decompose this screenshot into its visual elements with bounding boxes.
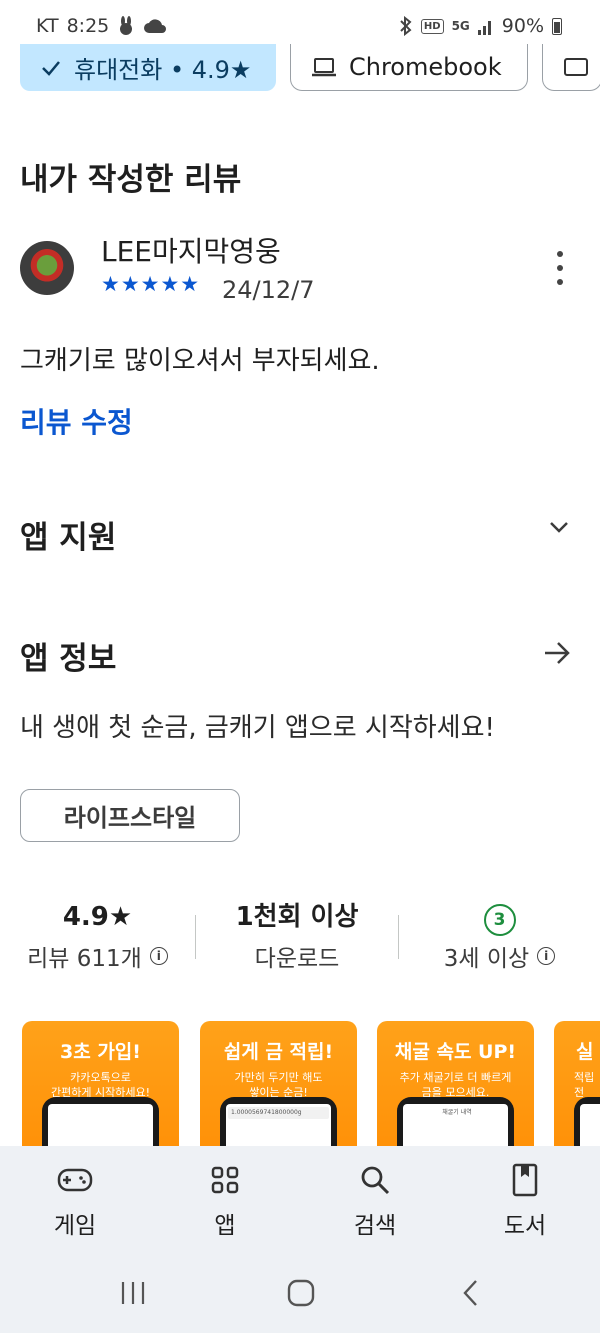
screenshot-card[interactable]: 채굴 속도 UP! 추가 채굴기로 더 빠르게 금을 모으세요. 채굴기 내역 xyxy=(377,1021,534,1151)
app-info-title[interactable]: 앱 정보 xyxy=(20,633,116,678)
apps-grid-icon xyxy=(165,1160,285,1200)
edit-review-link[interactable]: 리뷰 수정 xyxy=(20,401,133,441)
screenshot-carousel[interactable]: 3초 가입! 카카오톡으로 간편하게 시작하세요! 쉽게 금 적립! 가만히 두… xyxy=(22,1021,600,1151)
battery-icon xyxy=(552,17,562,35)
nav-apps[interactable]: 앱 xyxy=(165,1160,285,1240)
recents-icon[interactable] xyxy=(118,1276,148,1310)
screenshot-subtitle: 가만히 두기만 해도 쌓이는 순금! xyxy=(234,1071,323,1099)
chevron-down-icon[interactable] xyxy=(546,514,572,547)
screenshot-subtitle: 적립 전 xyxy=(574,1071,595,1099)
phone-mockup xyxy=(42,1097,159,1151)
rating-label: 리뷰 611개 xyxy=(27,946,142,972)
network-type: 5G xyxy=(451,19,470,33)
rating-value: 4.9★ xyxy=(62,902,133,932)
bluetooth-icon xyxy=(399,16,413,36)
bottom-navigation: 게임 앱 검색 도서 xyxy=(0,1146,600,1256)
app-stats: 4.9★ 리뷰 611개 i 1천회 이상 다운로드 3 3세 이상 i xyxy=(0,895,600,985)
nav-search-label: 검색 xyxy=(353,1213,397,1239)
screenshot-screen-text: 채굴기 내역 xyxy=(405,1107,506,1119)
gamepad-icon xyxy=(15,1160,135,1200)
my-review-title: 내가 작성한 리뷰 xyxy=(20,162,242,198)
system-navigation-bar xyxy=(0,1256,600,1333)
cloud-icon xyxy=(143,17,167,35)
screenshot-card[interactable]: 실 적립 전 xyxy=(554,1021,600,1151)
screenshot-subtitle: 추가 채굴기로 더 빠르게 금을 모으세요. xyxy=(399,1071,512,1099)
avatar xyxy=(20,241,74,295)
tablet-icon xyxy=(563,56,589,78)
back-icon[interactable] xyxy=(458,1276,482,1310)
review-date: 24/12/7 xyxy=(222,276,315,304)
stat-downloads: 1천회 이상 다운로드 xyxy=(196,895,398,973)
more-options-icon[interactable] xyxy=(548,251,572,285)
phone-mockup: 채굴기 내역 xyxy=(397,1097,514,1151)
nav-books-label: 도서 xyxy=(503,1213,547,1239)
arrow-right-icon[interactable] xyxy=(542,638,572,675)
phone-mockup: 1.0000569741800000g xyxy=(220,1097,337,1151)
screenshot-screen-text: 1.0000569741800000g xyxy=(228,1107,329,1119)
stat-age-rating[interactable]: 3 3세 이상 i xyxy=(399,895,600,973)
search-icon xyxy=(315,1160,435,1200)
app-description: 내 생애 첫 순금, 금캐기 앱으로 시작하세요! xyxy=(20,713,495,743)
nav-books[interactable]: 도서 xyxy=(465,1160,585,1240)
hd-icon: HD xyxy=(420,18,444,34)
downloads-label: 다운로드 xyxy=(254,946,340,972)
age-rating-badge: 3 xyxy=(483,904,516,936)
laptop-icon xyxy=(311,56,337,78)
reviewer-name: LEE마지막영웅 xyxy=(101,235,281,268)
chip-tablet[interactable] xyxy=(542,44,600,91)
screenshot-card[interactable]: 3초 가입! 카카오톡으로 간편하게 시작하세요! xyxy=(22,1021,179,1151)
info-icon[interactable]: i xyxy=(537,947,556,965)
stat-rating[interactable]: 4.9★ 리뷰 611개 i xyxy=(0,895,195,973)
screenshot-title: 3초 가입! xyxy=(60,1041,141,1063)
chip-phone-label: 휴대전화 • 4.9★ xyxy=(74,56,252,84)
nav-apps-label: 앱 xyxy=(214,1213,236,1239)
screenshot-card[interactable]: 쉽게 금 적립! 가만히 두기만 해도 쌓이는 순금! 1.0000569741… xyxy=(200,1021,357,1151)
carrier-label: KT xyxy=(36,15,59,37)
downloads-value: 1천회 이상 xyxy=(235,902,359,932)
screenshot-title: 실 xyxy=(576,1041,594,1063)
chip-chromebook-label: Chromebook xyxy=(349,53,502,81)
screenshot-title: 쉽게 금 적립! xyxy=(223,1041,334,1063)
battery-percent: 90% xyxy=(501,15,544,37)
status-time: 8:25 xyxy=(66,15,110,37)
review-stars: ★★★★★ xyxy=(101,272,201,296)
category-chip[interactable]: 라이프스타일 xyxy=(20,789,240,842)
nav-games[interactable]: 게임 xyxy=(15,1160,135,1240)
check-icon xyxy=(40,57,62,79)
book-icon xyxy=(465,1160,585,1200)
home-icon[interactable] xyxy=(284,1276,318,1310)
nav-games-label: 게임 xyxy=(53,1213,97,1239)
device-filter-chips: 휴대전화 • 4.9★ Chromebook xyxy=(20,44,600,91)
app-support-title[interactable]: 앱 지원 xyxy=(20,512,116,557)
signal-icon xyxy=(477,17,494,35)
info-icon[interactable]: i xyxy=(149,947,168,965)
chip-phone[interactable]: 휴대전화 • 4.9★ xyxy=(20,44,276,91)
review-text: 그캐기로 많이오셔서 부자되세요. xyxy=(20,346,380,376)
nav-search[interactable]: 검색 xyxy=(315,1160,435,1240)
chip-chromebook[interactable]: Chromebook xyxy=(290,44,528,91)
screenshot-title: 채굴 속도 UP! xyxy=(394,1041,517,1063)
phone-mockup xyxy=(574,1097,600,1151)
screenshot-subtitle: 카카오톡으로 간편하게 시작하세요! xyxy=(51,1071,150,1099)
age-rating-label: 3세 이상 xyxy=(443,946,530,972)
rabbit-icon xyxy=(117,16,135,36)
